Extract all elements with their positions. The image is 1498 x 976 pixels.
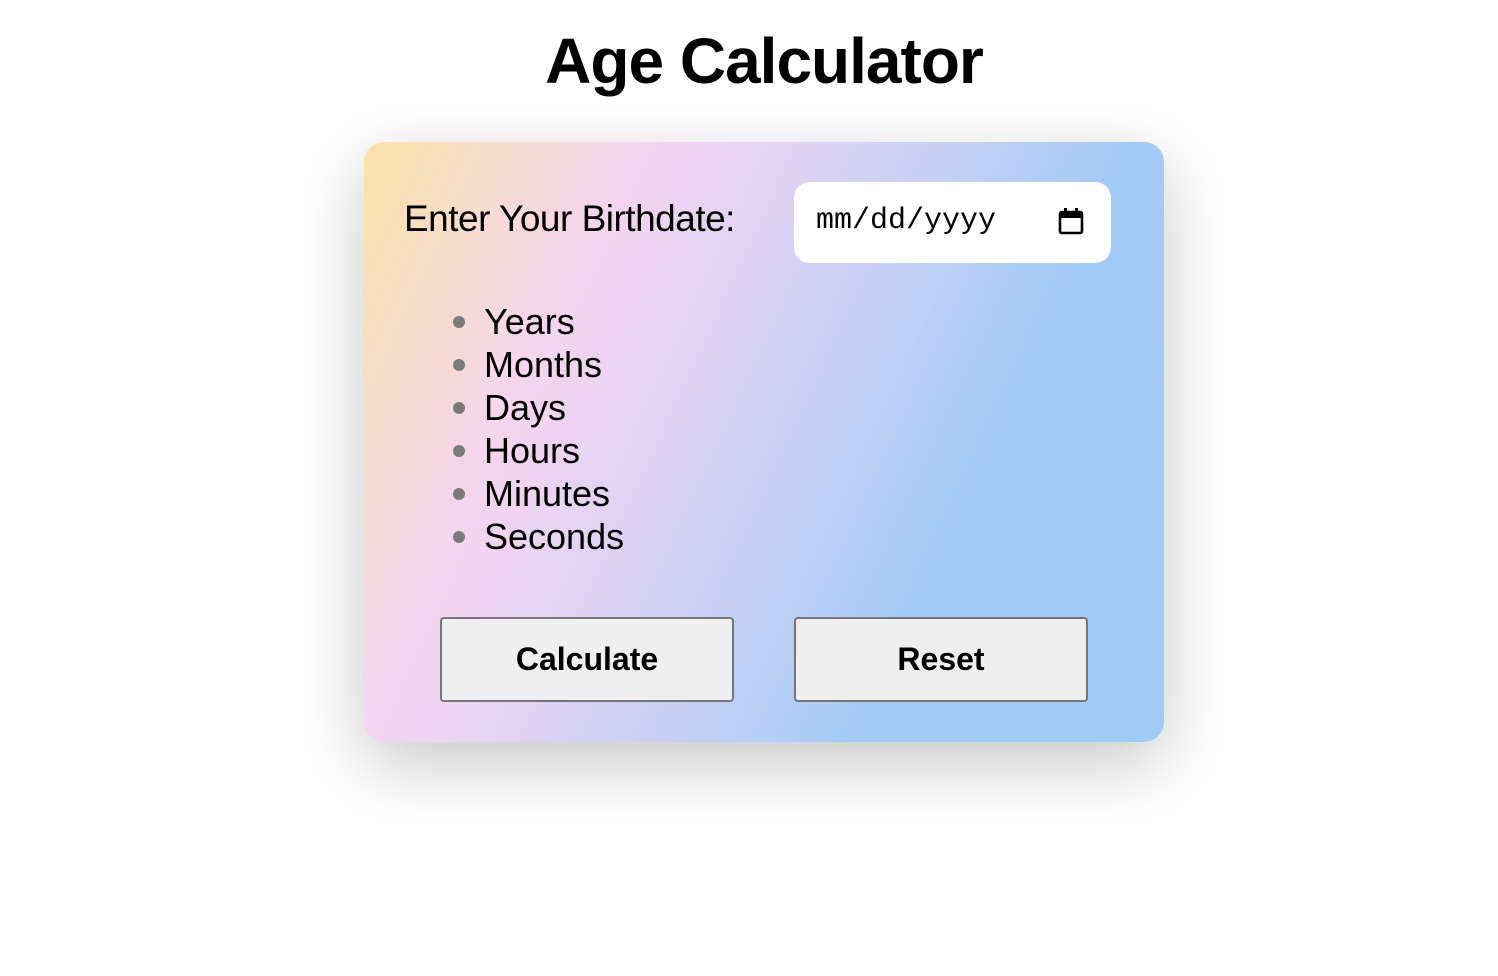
calendar-icon[interactable] xyxy=(1058,207,1084,235)
unit-label: Hours xyxy=(484,430,581,471)
birthdate-label: Enter Your Birthdate: xyxy=(404,198,735,239)
list-item: Minutes xyxy=(453,472,624,515)
units-list: Years Months Days Hours Minutes Seconds xyxy=(453,300,624,558)
bullet-icon xyxy=(453,445,465,457)
list-item: Months xyxy=(453,343,624,386)
bullet-icon xyxy=(453,402,465,414)
calculate-button[interactable]: Calculate xyxy=(440,617,734,702)
calculator-card: Enter Your Birthdate: mm/dd/yyyy Years M… xyxy=(364,142,1164,742)
list-item: Hours xyxy=(453,429,624,472)
list-item: Days xyxy=(453,386,624,429)
birthdate-input[interactable]: mm/dd/yyyy xyxy=(794,182,1111,263)
list-item: Years xyxy=(453,300,624,343)
bullet-icon xyxy=(453,488,465,500)
unit-label: Years xyxy=(484,301,575,342)
bullet-icon xyxy=(453,531,465,543)
unit-label: Seconds xyxy=(484,516,625,557)
page-title: Age Calculator xyxy=(545,25,984,97)
bullet-icon xyxy=(453,359,465,371)
list-item: Seconds xyxy=(453,515,624,558)
unit-label: Months xyxy=(484,344,603,385)
reset-button[interactable]: Reset xyxy=(794,617,1088,702)
bullet-icon xyxy=(453,316,465,328)
unit-label: Days xyxy=(484,387,567,428)
date-placeholder: mm/dd/yyyy xyxy=(816,204,997,238)
unit-label: Minutes xyxy=(484,473,611,514)
